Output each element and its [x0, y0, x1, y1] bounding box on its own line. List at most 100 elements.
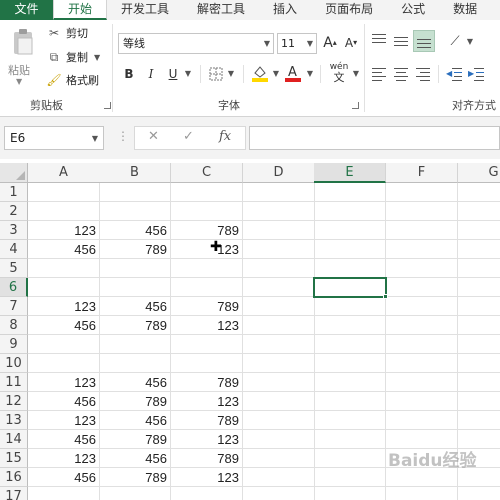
font-launcher-icon[interactable] — [352, 102, 359, 109]
cell-a14[interactable]: 456 — [28, 430, 100, 449]
decrease-indent-button[interactable]: ◀ — [446, 66, 464, 82]
cell-d7[interactable] — [243, 297, 315, 316]
insert-function-button[interactable]: fx — [219, 129, 231, 144]
row-header[interactable]: 12 — [0, 392, 28, 411]
cell-a12[interactable]: 456 — [28, 392, 100, 411]
cell-g13[interactable] — [458, 411, 500, 430]
cell-d1[interactable] — [243, 183, 315, 202]
cell-c1[interactable] — [171, 183, 243, 202]
cell-g7[interactable] — [458, 297, 500, 316]
cancel-icon[interactable]: ✕ — [148, 129, 159, 144]
cell-c10[interactable] — [171, 354, 243, 373]
tab-5[interactable]: 页面布局 — [311, 0, 387, 20]
cell-g10[interactable] — [458, 354, 500, 373]
column-header-g[interactable]: G — [458, 163, 500, 183]
paste-button-label[interactable]: 粘贴 — [8, 62, 30, 78]
paste-icon[interactable] — [12, 28, 34, 58]
cell-g1[interactable] — [458, 183, 500, 202]
row-header[interactable]: 13 — [0, 411, 28, 430]
cell-b17[interactable] — [99, 487, 171, 500]
row-header[interactable]: 16 — [0, 468, 28, 487]
cell-b10[interactable] — [99, 354, 171, 373]
cell-g2[interactable] — [458, 202, 500, 221]
row-header[interactable]: 2 — [0, 202, 28, 221]
cell-b9[interactable] — [99, 335, 171, 354]
cell-d13[interactable] — [243, 411, 315, 430]
enter-icon[interactable]: ✓ — [183, 129, 194, 144]
cell-c8[interactable]: 123 — [171, 316, 243, 335]
cell-g3[interactable] — [458, 221, 500, 240]
tab-2[interactable]: 开发工具 — [107, 0, 183, 20]
cell-a1[interactable] — [28, 183, 100, 202]
decrease-font-size-button[interactable]: A▾ — [342, 34, 360, 52]
cell-e3[interactable] — [314, 221, 386, 240]
cell-d10[interactable] — [243, 354, 315, 373]
cell-d16[interactable] — [243, 468, 315, 487]
increase-font-size-button[interactable]: A▴ — [321, 34, 339, 52]
cell-c9[interactable] — [171, 335, 243, 354]
cell-d11[interactable] — [243, 373, 315, 392]
cell-b6[interactable] — [99, 278, 171, 297]
cell-b16[interactable]: 789 — [99, 468, 171, 487]
cell-a8[interactable]: 456 — [28, 316, 100, 335]
cell-b3[interactable]: 456 — [99, 221, 171, 240]
column-header-b[interactable]: B — [99, 163, 171, 183]
cell-e4[interactable] — [314, 240, 386, 259]
italic-button[interactable]: I — [144, 65, 158, 83]
tab-0[interactable]: 文件 — [0, 0, 53, 20]
cell-e6[interactable] — [314, 278, 386, 297]
cell-a7[interactable]: 123 — [28, 297, 100, 316]
tab-4[interactable]: 插入 — [259, 0, 311, 20]
underline-button[interactable]: U — [166, 65, 180, 83]
cell-e14[interactable] — [314, 430, 386, 449]
tab-6[interactable]: 公式 — [387, 0, 439, 20]
clipboard-launcher-icon[interactable] — [104, 102, 111, 109]
cell-c5[interactable] — [171, 259, 243, 278]
cell-e17[interactable] — [314, 487, 386, 500]
cell-e12[interactable] — [314, 392, 386, 411]
tab-3[interactable]: 解密工具 — [183, 0, 259, 20]
row-header[interactable]: 15 — [0, 449, 28, 468]
cell-a5[interactable] — [28, 259, 100, 278]
cell-a2[interactable] — [28, 202, 100, 221]
cell-f3[interactable] — [386, 221, 458, 240]
copy-button[interactable]: ⧉ 复制 ▼ — [46, 48, 100, 66]
cell-g9[interactable] — [458, 335, 500, 354]
cell-f11[interactable] — [386, 373, 458, 392]
cell-f2[interactable] — [386, 202, 458, 221]
align-left-button[interactable] — [370, 66, 388, 82]
middle-align-button[interactable] — [392, 32, 410, 48]
cell-e15[interactable] — [314, 449, 386, 468]
fill-handle[interactable] — [383, 294, 388, 299]
border-icon[interactable] — [209, 67, 223, 81]
cell-a16[interactable]: 456 — [28, 468, 100, 487]
cell-c7[interactable]: 789 — [171, 297, 243, 316]
row-header[interactable]: 14 — [0, 430, 28, 449]
cell-b14[interactable]: 789 — [99, 430, 171, 449]
cell-b7[interactable]: 456 — [99, 297, 171, 316]
tab-7[interactable]: 数据 — [439, 0, 491, 20]
cell-b13[interactable]: 456 — [99, 411, 171, 430]
row-header[interactable]: 6 — [0, 278, 28, 297]
fill-color-icon[interactable] — [251, 64, 269, 82]
cell-f6[interactable] — [386, 278, 458, 297]
column-header-c[interactable]: C — [171, 163, 243, 183]
column-header-f[interactable]: F — [386, 163, 458, 183]
cell-b11[interactable]: 456 — [99, 373, 171, 392]
cell-g12[interactable] — [458, 392, 500, 411]
cell-e1[interactable] — [314, 183, 386, 202]
font-name-select[interactable]: 等线 ▼ — [118, 33, 274, 54]
cell-f8[interactable] — [386, 316, 458, 335]
cell-a3[interactable]: 123 — [28, 221, 100, 240]
cell-f9[interactable] — [386, 335, 458, 354]
column-header-d[interactable]: D — [243, 163, 315, 183]
cell-g5[interactable] — [458, 259, 500, 278]
cell-c15[interactable]: 789 — [171, 449, 243, 468]
cell-a11[interactable]: 123 — [28, 373, 100, 392]
row-header[interactable]: 5 — [0, 259, 28, 278]
fill-color-dropdown-icon[interactable]: ▼ — [271, 65, 281, 83]
cell-b1[interactable] — [99, 183, 171, 202]
orientation-dropdown-icon[interactable]: ▼ — [465, 33, 475, 51]
formula-input[interactable] — [249, 126, 500, 150]
cell-f1[interactable] — [386, 183, 458, 202]
